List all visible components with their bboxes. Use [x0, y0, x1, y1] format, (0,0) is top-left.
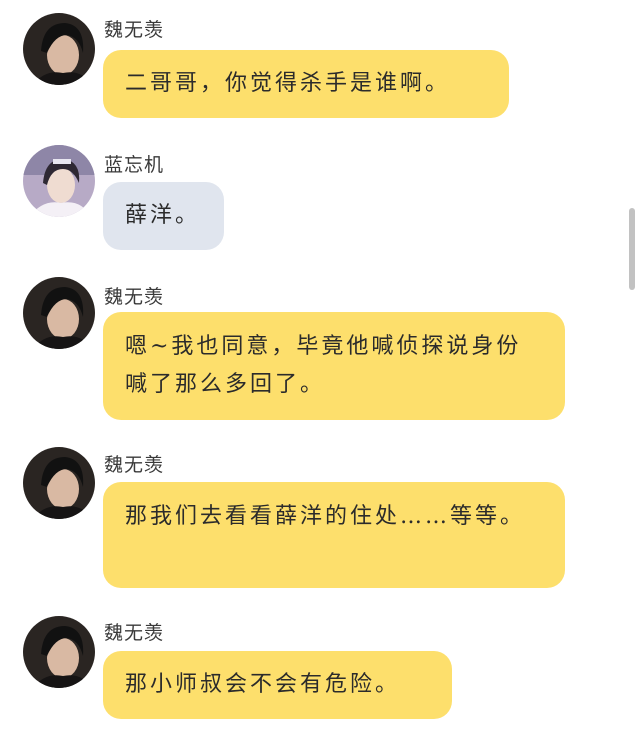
sender-name: 魏无羡	[104, 622, 165, 644]
avatar[interactable]	[23, 145, 95, 217]
message-text: 那我们去看看薛洋的住处……等等。	[125, 504, 526, 529]
chat-message: 魏无羡 嗯~我也同意，毕竟他喊侦探说身份喊了那么多回了。	[0, 262, 620, 432]
message-text: 薛洋。	[125, 203, 201, 228]
message-bubble[interactable]: 那我们去看看薛洋的住处……等等。	[103, 482, 565, 588]
scrollbar[interactable]	[629, 208, 635, 290]
message-bubble[interactable]: 嗯~我也同意，毕竟他喊侦探说身份喊了那么多回了。	[103, 312, 565, 420]
sender-name: 魏无羡	[104, 286, 165, 308]
avatar[interactable]	[23, 277, 95, 349]
message-bubble[interactable]: 薛洋。	[103, 182, 224, 250]
sender-name: 魏无羡	[104, 454, 165, 476]
avatar[interactable]	[23, 447, 95, 519]
message-bubble[interactable]: 二哥哥，你觉得杀手是谁啊。	[103, 50, 509, 118]
chat-message: 魏无羡 那小师叔会不会有危险。	[0, 600, 620, 730]
message-bubble[interactable]: 那小师叔会不会有危险。	[103, 651, 452, 719]
message-text: 嗯~我也同意，毕竟他喊侦探说身份喊了那么多回了。	[125, 334, 522, 397]
chat-message: 魏无羡 那我们去看看薛洋的住处……等等。	[0, 432, 620, 597]
avatar[interactable]	[23, 616, 95, 688]
message-text: 二哥哥，你觉得杀手是谁啊。	[125, 71, 451, 96]
chat-message: 魏无羡 二哥哥，你觉得杀手是谁啊。	[0, 0, 620, 130]
sender-name: 蓝忘机	[104, 154, 165, 176]
sender-name: 魏无羡	[104, 19, 165, 41]
chat-message: 蓝忘机 薛洋。	[0, 130, 620, 260]
message-text: 那小师叔会不会有危险。	[125, 672, 401, 697]
avatar[interactable]	[23, 13, 95, 85]
